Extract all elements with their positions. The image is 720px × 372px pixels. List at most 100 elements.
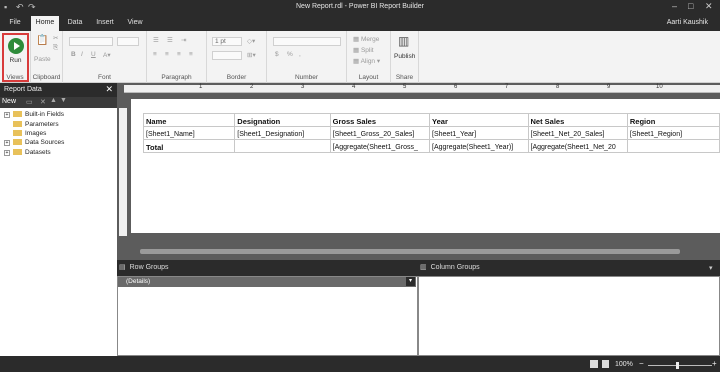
tree-item-datasets[interactable]: + Datasets [4,149,51,158]
tab-file[interactable]: File [2,16,28,31]
tab-insert[interactable]: Insert [92,16,118,31]
font-color-icon[interactable]: A▾ [103,51,111,59]
folder-icon [13,111,22,117]
number-format-dropdown[interactable] [273,37,341,46]
report-data-toolbar: New ▭ ✕ ▲ ▼ [0,97,117,108]
bold-icon[interactable]: B [71,51,76,58]
border-color-icon[interactable]: ◇▾ [247,37,255,45]
justify-icon[interactable]: ≡ [189,51,193,58]
design-view-icon[interactable] [590,360,598,368]
move-up-icon[interactable]: ▲ [50,97,57,104]
tree-item-data-sources[interactable]: + Data Sources [4,139,64,148]
vertical-ruler [119,108,127,236]
expand-icon[interactable]: + [4,140,10,146]
row-groups-icon: ▤ [119,264,126,271]
detail-cell[interactable]: [Sheet1_Name] [142,126,236,140]
zoom-in-icon[interactable]: + [712,359,717,368]
group-label-font: Font [97,74,111,81]
expand-icon[interactable]: + [4,112,10,118]
chevron-down-icon[interactable]: ▾ [406,277,415,286]
font-family-dropdown[interactable] [69,37,113,46]
tab-view[interactable]: View [122,16,148,31]
decimal-icon[interactable]: , [299,51,301,58]
paste-button[interactable]: Paste [34,56,51,63]
tree-item-images[interactable]: Images [4,129,46,138]
paste-icon: 📋 [36,35,49,46]
group-label-number: Number [294,74,319,81]
italic-icon[interactable]: I [81,51,83,58]
detail-cell[interactable]: [Sheet1_Net_20_Sales] [527,126,628,140]
tree-item-parameters[interactable]: Parameters [4,120,59,129]
detail-cell[interactable]: [Sheet1_Year] [429,126,529,140]
bullets-icon[interactable]: ☰ [153,36,159,44]
align-center-icon[interactable]: ≡ [165,51,169,58]
indent-icon[interactable]: ⇥ [181,36,186,44]
tab-home[interactable]: Home [31,16,59,31]
user-name[interactable]: Aarti Kaushik [667,19,708,26]
numbering-icon[interactable]: ☰ [167,36,173,44]
expand-icon[interactable]: + [4,150,10,156]
zoom-out-icon[interactable]: − [639,359,644,368]
zoom-slider[interactable] [648,365,712,366]
header-cell[interactable]: Net Sales [527,113,628,127]
merge-button[interactable]: ▦ Merge [353,35,379,43]
header-cell[interactable]: Gross Sales [329,113,431,127]
align-button[interactable]: ▦ Align ▾ [353,57,380,65]
details-group[interactable]: (Details) ▾ [118,277,416,287]
detail-cell[interactable]: [Sheet1_Gross_20_Sales] [329,126,431,140]
tree-item-built-in-fields[interactable]: + Built-in Fields [4,111,64,120]
copy-icon[interactable]: ⎘ [53,44,58,52]
total-cell[interactable]: Total [142,139,236,153]
report-data-header: Report Data ✕ [0,83,117,97]
page-view-icon[interactable] [602,360,609,368]
close-window-icon[interactable]: ✕ [705,1,713,12]
run-icon [8,38,24,54]
delete-icon[interactable]: ✕ [40,98,46,106]
group-label-share: Share [395,74,414,81]
align-left-icon[interactable]: ≡ [153,51,157,58]
pane-menu-icon[interactable]: ▾ [709,264,713,272]
detail-cell[interactable]: [Sheet1_Region] [626,126,720,140]
tablix[interactable]: Name Designation Gross Sales Year Net Sa… [142,113,720,153]
header-row: Name Designation Gross Sales Year Net Sa… [142,113,720,127]
font-size-dropdown[interactable] [117,37,139,46]
header-cell[interactable]: Region [626,113,720,127]
header-cell[interactable]: Name [142,113,236,127]
publish-icon: ▥ [398,34,410,48]
group-label-views: Views [6,74,24,81]
move-down-icon[interactable]: ▼ [60,97,67,104]
group-border: 1 pt ◇▾ ⊞▾ Border [207,31,267,83]
total-cell[interactable]: [Aggregate(Sheet1_Year)] [429,139,529,153]
border-style-dropdown[interactable] [212,51,242,60]
detail-cell[interactable]: [Sheet1_Designation] [234,126,331,140]
horizontal-ruler: 1 2 3 4 5 6 7 8 9 10 [124,84,720,93]
group-label-border: Border [226,74,247,81]
total-cell[interactable]: [Aggregate(Sheet1_Gross_ [329,139,431,153]
tab-data[interactable]: Data [62,16,88,31]
publish-button[interactable]: Publish [394,53,415,60]
total-cell[interactable] [234,139,331,153]
maximize-icon[interactable]: □ [688,1,693,11]
close-panel-icon[interactable]: ✕ [105,84,113,95]
edit-icon[interactable]: ▭ [26,98,33,106]
border-width-dropdown[interactable]: 1 pt [212,37,242,46]
header-cell[interactable]: Designation [234,113,331,127]
horizontal-scrollbar[interactable] [140,249,680,254]
new-button[interactable]: New [2,98,16,105]
folder-icon [13,130,22,136]
column-groups-list [418,276,720,356]
percent-icon[interactable]: % [287,51,293,58]
split-button[interactable]: ▦ Split [353,46,374,54]
cut-icon[interactable]: ✂ [53,34,58,42]
underline-icon[interactable]: U [91,51,96,58]
header-cell[interactable]: Year [429,113,529,127]
borders-icon[interactable]: ⊞▾ [247,51,256,59]
minimize-icon[interactable]: – [672,1,677,11]
group-layout: ▦ Merge ▦ Split ▦ Align ▾ Layout [347,31,391,83]
total-cell[interactable] [626,139,720,153]
zoom-slider-thumb[interactable] [676,362,679,369]
align-right-icon[interactable]: ≡ [177,51,181,58]
total-cell[interactable]: [Aggregate(Sheet1_Net_20 [527,139,628,153]
currency-icon[interactable]: $ [275,51,279,58]
total-row: Total [Aggregate(Sheet1_Gross_ [Aggregat… [142,139,720,153]
